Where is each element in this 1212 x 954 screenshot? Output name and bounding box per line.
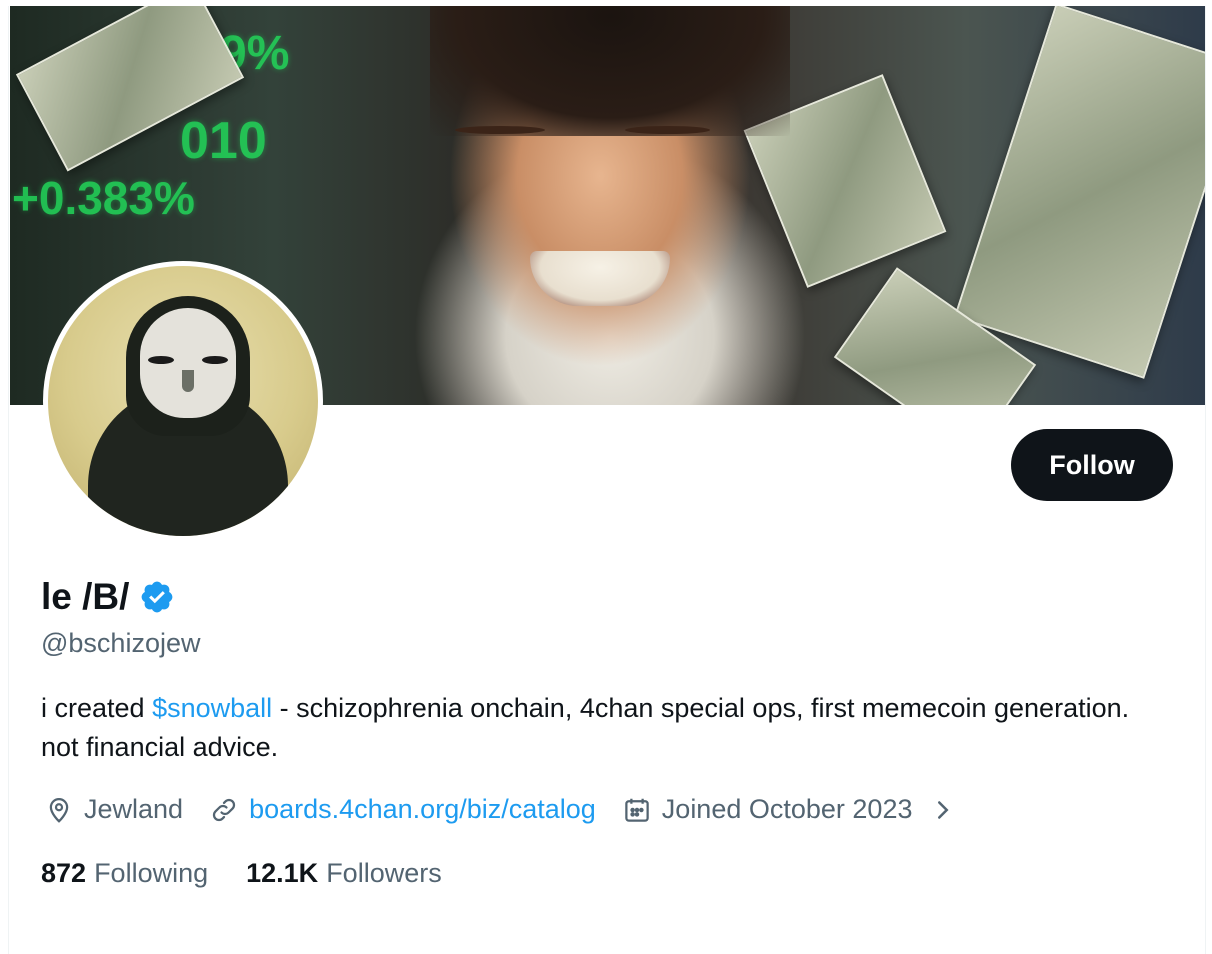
banner-ticker-text: +0.383% bbox=[12, 172, 195, 224]
meta-website[interactable]: boards.4chan.org/biz/catalog bbox=[209, 794, 596, 825]
meta-location: Jewland bbox=[44, 794, 183, 825]
verified-badge-icon[interactable] bbox=[139, 579, 175, 615]
avatar-owl-eye bbox=[148, 356, 174, 364]
profile-handle: @bschizojew bbox=[41, 628, 201, 658]
meta-joined-text: Joined October 2023 bbox=[661, 794, 913, 824]
banner-ticker-text: 010 bbox=[180, 112, 267, 170]
following-stat-link[interactable]: 872 Following bbox=[41, 858, 208, 889]
profile-avatar[interactable] bbox=[43, 261, 323, 541]
banner-portrait-smile bbox=[530, 251, 670, 306]
banner-dollar-bill bbox=[953, 6, 1205, 379]
avatar-owl-eye bbox=[202, 356, 228, 364]
banner-portrait-eye bbox=[455, 126, 545, 134]
avatar-owl-beak bbox=[182, 370, 194, 392]
followers-count: 12.1K bbox=[246, 858, 319, 888]
banner-portrait-hair bbox=[430, 6, 790, 136]
following-count: 872 bbox=[41, 858, 87, 888]
display-name: le /B/ bbox=[41, 576, 130, 617]
calendar-icon bbox=[625, 798, 649, 822]
profile-name-row: le /B/ bbox=[41, 576, 175, 618]
bio-cashtag-link[interactable]: $snowball bbox=[152, 693, 272, 723]
banner-portrait-eye bbox=[625, 126, 710, 134]
follow-button[interactable]: Follow bbox=[1011, 429, 1173, 501]
bio-text-prefix: i created bbox=[41, 693, 153, 723]
meta-location-text: Jewland bbox=[84, 794, 184, 824]
following-label: Following bbox=[94, 858, 209, 888]
profile-stats-row: 872 Following 12.1K Followers bbox=[41, 858, 480, 889]
followers-stat-link[interactable]: 12.1K Followers bbox=[246, 858, 442, 889]
meta-website-link[interactable]: boards.4chan.org/biz/catalog bbox=[249, 794, 596, 825]
link-icon bbox=[212, 798, 236, 821]
followers-label: Followers bbox=[326, 858, 442, 888]
profile-bio: i created $snowball - schizophrenia onch… bbox=[41, 689, 1161, 767]
chevron-right-icon[interactable] bbox=[928, 795, 958, 825]
profile-meta-row: Jewland boards.4chan.org/biz/catalog Joi… bbox=[44, 794, 958, 825]
location-pin-icon bbox=[49, 797, 69, 823]
meta-joined[interactable]: Joined October 2023 bbox=[622, 794, 959, 825]
